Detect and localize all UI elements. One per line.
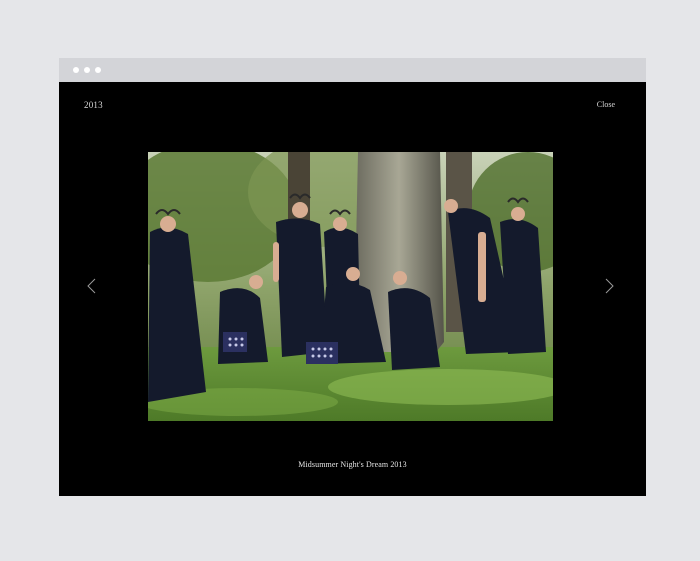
previous-button[interactable] <box>85 278 99 294</box>
photo-viewer: 2013 Close Midsummer Night's Dream 2013 <box>59 82 646 496</box>
next-button[interactable] <box>602 278 616 294</box>
close-button[interactable]: Close <box>597 100 615 109</box>
browser-window: 2013 Close Midsummer Night's Dream 2013 <box>59 58 646 496</box>
photo-caption: Midsummer Night's Dream 2013 <box>298 460 407 469</box>
window-dot <box>84 67 90 73</box>
window-titlebar <box>59 58 646 82</box>
gallery-year: 2013 <box>84 100 103 110</box>
chevron-right-icon <box>602 278 616 294</box>
gallery-photo <box>148 152 553 421</box>
window-dot <box>95 67 101 73</box>
chevron-left-icon <box>85 278 99 294</box>
window-dot <box>73 67 79 73</box>
